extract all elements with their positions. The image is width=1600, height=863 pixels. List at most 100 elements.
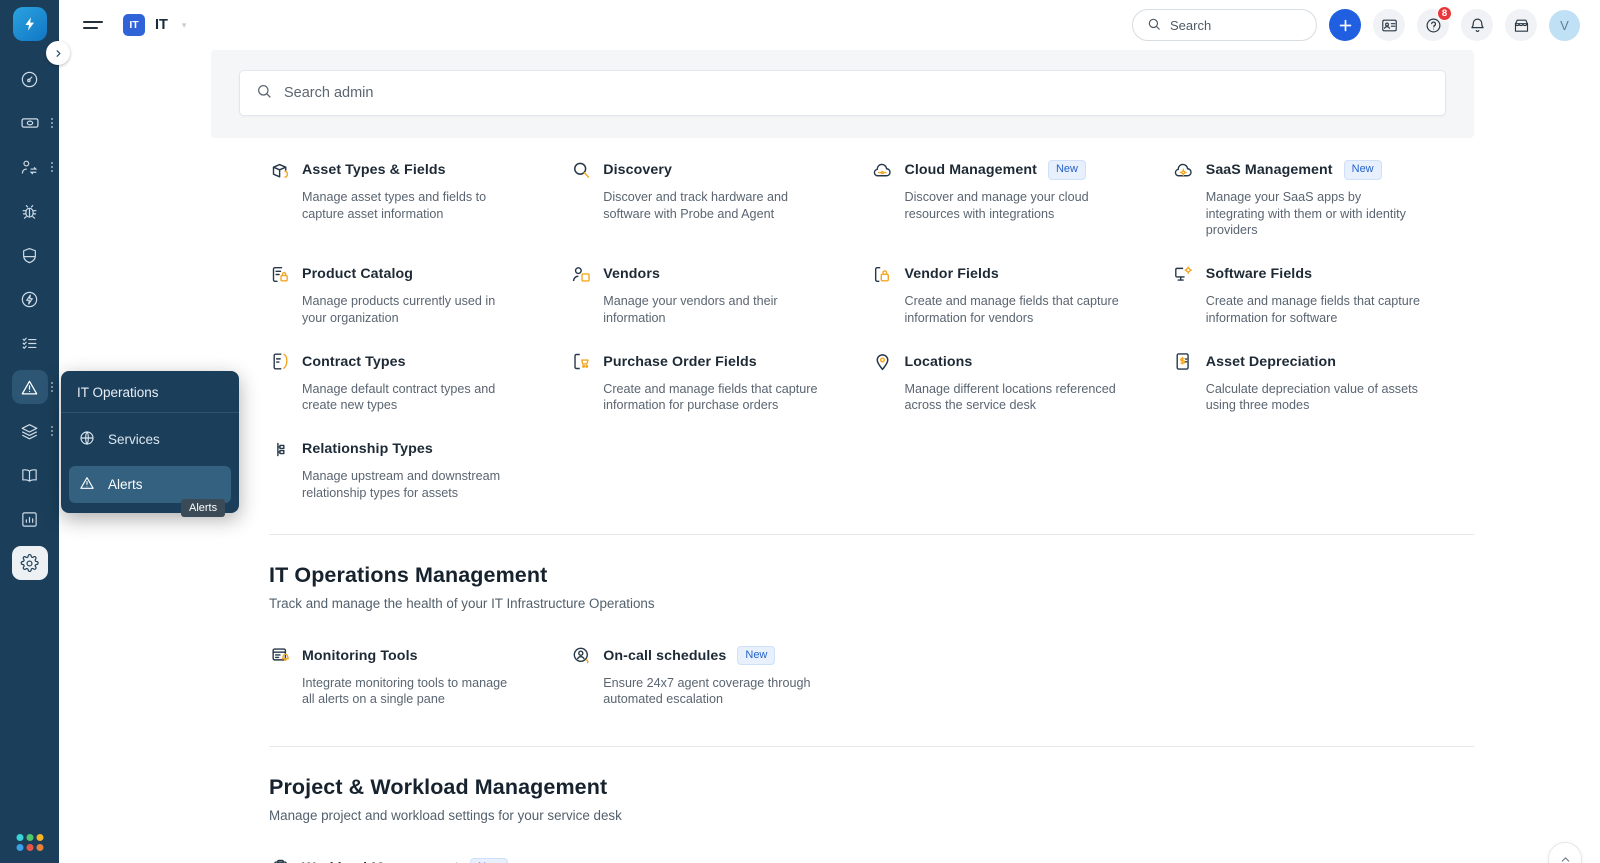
card-head: SaaS Management New bbox=[1173, 159, 1450, 181]
oncall-agent-icon bbox=[570, 645, 592, 667]
rail-item-analytics[interactable] bbox=[0, 497, 59, 541]
section-subtitle: Manage project and workload settings for… bbox=[269, 808, 622, 824]
purchase-cart-icon bbox=[570, 351, 592, 373]
monitoring-list-icon bbox=[269, 645, 291, 667]
rail-item-assets[interactable] bbox=[0, 409, 59, 453]
contact-card-icon[interactable] bbox=[1373, 9, 1405, 41]
expand-sidebar-button[interactable] bbox=[46, 41, 70, 65]
rail-item-solutions[interactable] bbox=[0, 453, 59, 497]
asset-admin-card[interactable]: Asset Depreciation Calculate depreciation… bbox=[1173, 339, 1474, 426]
asset-admin-card[interactable]: SaaS Management New Manage your SaaS apps … bbox=[1173, 147, 1474, 251]
asset-admin-card[interactable]: Product Catalog Manage products currently… bbox=[269, 251, 570, 338]
card-title: Asset Depreciation bbox=[1205, 353, 1337, 370]
card-description: Discover and manage your cloud resources… bbox=[904, 190, 1089, 221]
section-admin-card[interactable]: On-call schedules New Ensure 24x7 agent co… bbox=[570, 633, 871, 720]
card-description: Manage your SaaS apps by integrating wit… bbox=[1205, 190, 1406, 238]
book-icon bbox=[12, 458, 48, 492]
asset-box-icon bbox=[269, 159, 291, 181]
asset-admin-card[interactable]: Purchase Order Fields Create and manage f… bbox=[570, 339, 871, 426]
hamburger-icon[interactable] bbox=[83, 21, 103, 29]
asset-admin-card[interactable]: Contract Types Manage default contract ty… bbox=[269, 339, 570, 426]
create-new-button[interactable] bbox=[1329, 9, 1361, 41]
gear-icon bbox=[11, 546, 48, 580]
apps-dot bbox=[26, 834, 33, 841]
product-logo[interactable] bbox=[12, 7, 47, 41]
rail-item-admin[interactable] bbox=[0, 541, 59, 585]
card-head: On-call schedules New bbox=[570, 645, 847, 667]
user-avatar[interactable]: V bbox=[1549, 9, 1580, 41]
rail-item-problems[interactable] bbox=[0, 189, 59, 233]
asset-management-card-grid: Asset Types & Fields Manage asset types a… bbox=[269, 138, 1474, 514]
bar-chart-icon bbox=[12, 502, 48, 536]
rail-item-dashboard[interactable] bbox=[0, 57, 59, 101]
flyout-item-label: Services bbox=[108, 432, 160, 447]
asset-admin-card[interactable]: Vendors Manage your vendors and their inf… bbox=[570, 251, 871, 338]
rail-item-contacts[interactable] bbox=[0, 145, 59, 189]
depreciation-doc-icon bbox=[1173, 351, 1195, 373]
layers-icon bbox=[12, 414, 48, 448]
asset-admin-card[interactable]: Discovery Discover and track hardware and… bbox=[570, 147, 871, 251]
asset-admin-card[interactable]: Asset Types & Fields Manage asset types a… bbox=[269, 147, 570, 251]
section-subtitle: Track and manage the health of your IT I… bbox=[269, 595, 655, 611]
asset-admin-card[interactable]: Relationship Types Manage upstream and do… bbox=[269, 426, 570, 513]
vendor-lock-icon bbox=[872, 263, 894, 285]
rail-item-list bbox=[0, 57, 59, 585]
rail-item-alerts[interactable] bbox=[0, 365, 59, 409]
flyout-item-services[interactable]: Services bbox=[69, 421, 231, 458]
rail-item-menu-icon[interactable] bbox=[51, 426, 53, 436]
section-admin-card[interactable]: Monitoring Tools Integrate monitoring too… bbox=[269, 633, 570, 720]
card-title: On-call schedules bbox=[603, 647, 727, 664]
people-swap-icon bbox=[12, 150, 48, 184]
bug-icon bbox=[12, 194, 48, 228]
section-admin-card[interactable]: Workload ManagementNew bbox=[269, 845, 570, 863]
help-icon[interactable]: 8 bbox=[1417, 6, 1452, 41]
card-description: Ensure 24x7 agent coverage through autom… bbox=[603, 675, 811, 707]
card-title: Monitoring Tools bbox=[302, 647, 418, 664]
card-description: Integrate monitoring tools to manage all… bbox=[302, 675, 508, 707]
workspace-name[interactable]: IT bbox=[155, 17, 168, 33]
checklist-icon bbox=[12, 326, 48, 360]
global-search-placeholder: Search bbox=[1170, 17, 1212, 33]
card-description: Manage different locations referenced ac… bbox=[904, 381, 1116, 413]
global-search-input[interactable]: Search bbox=[1132, 9, 1317, 41]
chevron-down-icon[interactable]: ▾ bbox=[182, 20, 187, 31]
rail-item-menu-icon[interactable] bbox=[51, 162, 53, 172]
asset-admin-card[interactable]: Locations Manage different locations refe… bbox=[872, 339, 1173, 426]
asset-admin-card[interactable]: Vendor Fields Create and manage fields th… bbox=[872, 251, 1173, 338]
asset-admin-card[interactable]: Cloud Management New Discover and manage y… bbox=[872, 147, 1173, 251]
card-title: Asset Types & Fields bbox=[302, 162, 446, 178]
admin-sections: IT Operations Management Track and manage… bbox=[59, 535, 1600, 863]
apps-launcher-icon[interactable] bbox=[16, 834, 43, 851]
apps-dot bbox=[16, 834, 23, 841]
alert-triangle-icon bbox=[79, 475, 95, 494]
rail-item-releases[interactable] bbox=[0, 277, 59, 321]
notifications-bell-icon[interactable] bbox=[1461, 9, 1493, 41]
card-description: Create and manage fields that capture in… bbox=[904, 294, 1119, 325]
admin-content: Search admin Asset Types & Fields Manage … bbox=[59, 50, 1600, 863]
monitor-gear-icon bbox=[1173, 263, 1195, 285]
admin-search-input[interactable]: Search admin bbox=[239, 70, 1446, 116]
card-description: Manage your vendors and their informatio… bbox=[603, 294, 778, 325]
new-badge: New bbox=[737, 645, 776, 666]
rail-item-tickets[interactable] bbox=[0, 101, 59, 145]
contract-doc-icon bbox=[269, 351, 291, 373]
flyout-item-alerts[interactable]: Alerts bbox=[69, 466, 231, 503]
card-head: Discovery bbox=[570, 159, 847, 181]
rail-item-changes[interactable] bbox=[0, 233, 59, 277]
rail-item-tasks[interactable] bbox=[0, 321, 59, 365]
card-title: Locations bbox=[904, 353, 973, 370]
card-head: Asset Types & Fields bbox=[269, 159, 546, 181]
card-title: Contract Types bbox=[302, 353, 406, 370]
card-title: Vendors bbox=[603, 266, 660, 283]
globe-icon bbox=[79, 430, 95, 449]
top-bar: IT IT ▾ Search 8 V bbox=[59, 0, 1600, 50]
rail-item-menu-icon[interactable] bbox=[51, 382, 53, 392]
it-operations-flyout: IT Operations Services Alerts bbox=[61, 371, 239, 513]
rail-item-menu-icon[interactable] bbox=[51, 118, 53, 128]
asset-admin-card[interactable]: Software Fields Create and manage fields … bbox=[1173, 251, 1474, 338]
card-description: Create and manage fields that capture in… bbox=[1205, 294, 1420, 325]
workspace-badge[interactable]: IT bbox=[123, 14, 145, 36]
card-title: Product Catalog bbox=[302, 266, 414, 283]
app-root: IT Operations Services Alerts Alerts IT … bbox=[0, 0, 1600, 863]
marketplace-icon[interactable] bbox=[1505, 9, 1537, 41]
